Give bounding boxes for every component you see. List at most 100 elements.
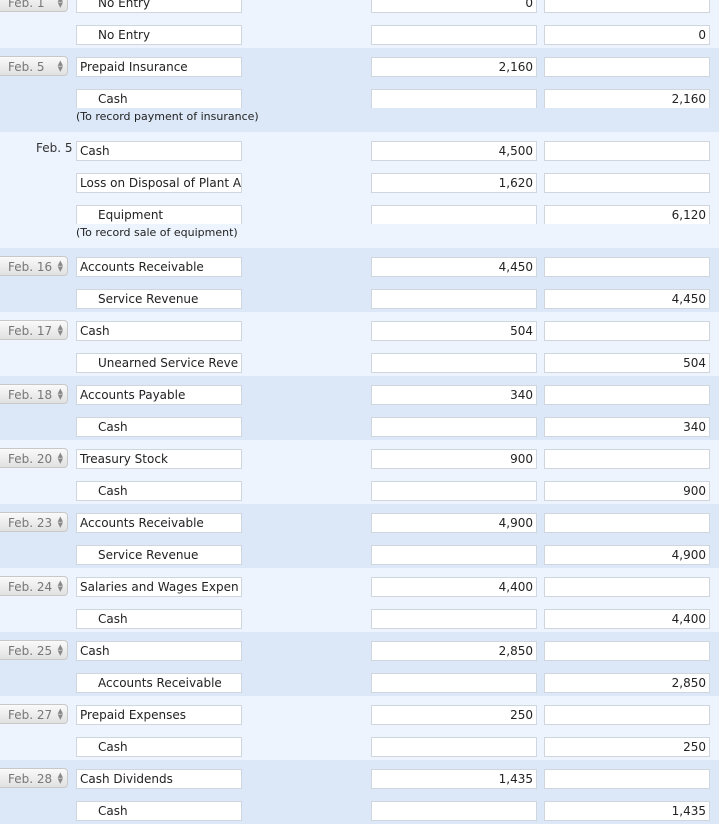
- credit-field[interactable]: [544, 641, 710, 661]
- debit-field[interactable]: 900: [371, 449, 537, 469]
- account-field[interactable]: No Entry: [76, 25, 242, 45]
- account-field[interactable]: Cash Dividends: [76, 769, 242, 789]
- journal-row: Feb. 20 ▲ ▼ Treasury Stock 900: [0, 440, 719, 472]
- stepper-arrows-icon: ▲▼: [57, 0, 63, 9]
- account-field[interactable]: Equipment: [76, 205, 242, 225]
- credit-field[interactable]: 6,120: [544, 205, 710, 225]
- account-field[interactable]: Service Revenue: [76, 545, 242, 565]
- account-field[interactable]: Cash: [76, 89, 242, 109]
- account-field[interactable]: Accounts Receivable: [76, 257, 242, 277]
- account-field[interactable]: Cash: [76, 609, 242, 629]
- date-value: Feb. 20: [8, 452, 53, 466]
- account-field[interactable]: Cash: [76, 141, 242, 161]
- journal-row: Service Revenue 4,450: [0, 280, 719, 312]
- debit-field[interactable]: 340: [371, 385, 537, 405]
- date-select[interactable]: Feb. 16 ▲ ▼: [0, 256, 68, 276]
- credit-field[interactable]: [544, 577, 710, 597]
- date-select[interactable]: Feb. 24 ▲ ▼: [0, 576, 68, 596]
- debit-field[interactable]: [371, 609, 537, 629]
- debit-field[interactable]: 2,160: [371, 57, 537, 77]
- account-field[interactable]: Service Revenue: [76, 289, 242, 309]
- date-select[interactable]: Feb. 23 ▲ ▼: [0, 512, 68, 532]
- account-field[interactable]: Prepaid Insurance: [76, 57, 242, 77]
- date-select[interactable]: Feb. 20 ▲ ▼: [0, 448, 68, 468]
- account-field[interactable]: Accounts Receivable: [76, 513, 242, 533]
- credit-field[interactable]: [544, 449, 710, 469]
- account-field[interactable]: Accounts Receivable: [76, 673, 242, 693]
- stepper-arrows-icon: ▲▼: [57, 323, 63, 337]
- credit-field[interactable]: [544, 0, 710, 13]
- debit-field[interactable]: [371, 481, 537, 501]
- stepper-arrows-icon: ▲▼: [57, 643, 63, 657]
- credit-field[interactable]: [544, 173, 710, 193]
- account-field[interactable]: Cash: [76, 481, 242, 501]
- debit-field[interactable]: [371, 205, 537, 225]
- debit-field[interactable]: [371, 801, 537, 821]
- credit-field[interactable]: 1,435: [544, 801, 710, 821]
- account-field[interactable]: Cash: [76, 321, 242, 341]
- journal-row: Unearned Service Reve 504: [0, 344, 719, 376]
- debit-field[interactable]: 1,620: [371, 173, 537, 193]
- credit-field[interactable]: [544, 57, 710, 77]
- date-select[interactable]: Feb. 18 ▲ ▼: [0, 384, 68, 404]
- debit-field[interactable]: [371, 673, 537, 693]
- credit-field[interactable]: 4,400: [544, 609, 710, 629]
- date-value: Feb. 17: [8, 324, 53, 338]
- debit-field[interactable]: 2,850: [371, 641, 537, 661]
- date-value: Feb. 27: [8, 708, 53, 722]
- credit-field[interactable]: [544, 385, 710, 405]
- debit-field[interactable]: 1,435: [371, 769, 537, 789]
- credit-field[interactable]: 504: [544, 353, 710, 373]
- debit-field[interactable]: [371, 417, 537, 437]
- credit-field[interactable]: 2,160: [544, 89, 710, 109]
- credit-field[interactable]: 340: [544, 417, 710, 437]
- account-field[interactable]: Salaries and Wages Expen: [76, 577, 242, 597]
- credit-field[interactable]: [544, 141, 710, 161]
- debit-field[interactable]: [371, 545, 537, 565]
- credit-field[interactable]: 4,450: [544, 289, 710, 309]
- credit-field[interactable]: 2,850: [544, 673, 710, 693]
- account-field[interactable]: Cash: [76, 737, 242, 757]
- debit-field[interactable]: [371, 737, 537, 757]
- date-select[interactable]: Feb. 5 ▲ ▼: [0, 56, 68, 76]
- account-field[interactable]: Prepaid Expenses: [76, 705, 242, 725]
- debit-field[interactable]: 4,450: [371, 257, 537, 277]
- debit-field[interactable]: 4,400: [371, 577, 537, 597]
- credit-field[interactable]: [544, 705, 710, 725]
- debit-field[interactable]: 0: [371, 0, 537, 13]
- account-field[interactable]: Unearned Service Reve: [76, 353, 242, 373]
- account-field[interactable]: Loss on Disposal of Plant A: [76, 173, 242, 193]
- account-field[interactable]: Accounts Payable: [76, 385, 242, 405]
- debit-field[interactable]: [371, 353, 537, 373]
- date-select[interactable]: Feb. 27 ▲ ▼: [0, 704, 68, 724]
- credit-field[interactable]: 0: [544, 25, 710, 45]
- debit-field[interactable]: 250: [371, 705, 537, 725]
- account-field[interactable]: Cash: [76, 641, 242, 661]
- credit-field[interactable]: 250: [544, 737, 710, 757]
- date-select[interactable]: Feb. 17 ▲ ▼: [0, 320, 68, 340]
- date-value: Feb. 5: [8, 60, 45, 74]
- debit-field[interactable]: 504: [371, 321, 537, 341]
- debit-field[interactable]: [371, 89, 537, 109]
- debit-field[interactable]: 4,900: [371, 513, 537, 533]
- debit-field[interactable]: 4,500: [371, 141, 537, 161]
- credit-field[interactable]: [544, 769, 710, 789]
- account-field[interactable]: Cash: [76, 417, 242, 437]
- journal-row: Feb. 28 ▲ ▼ Cash Dividends 1,435: [0, 760, 719, 792]
- date-select[interactable]: Feb. 28 ▲ ▼: [0, 768, 68, 788]
- journal-row: Feb. 25 ▲ ▼ Cash 2,850: [0, 632, 719, 664]
- credit-field[interactable]: 900: [544, 481, 710, 501]
- account-field[interactable]: No Entry: [76, 0, 242, 13]
- account-field[interactable]: Cash: [76, 801, 242, 821]
- credit-field[interactable]: 4,900: [544, 545, 710, 565]
- debit-field[interactable]: [371, 289, 537, 309]
- journal-row: Service Revenue 4,900: [0, 536, 719, 568]
- account-field[interactable]: Treasury Stock: [76, 449, 242, 469]
- date-value: Feb. 18: [8, 388, 53, 402]
- credit-field[interactable]: [544, 513, 710, 533]
- credit-field[interactable]: [544, 321, 710, 341]
- credit-field[interactable]: [544, 257, 710, 277]
- date-select[interactable]: Feb. 25 ▲ ▼: [0, 640, 68, 660]
- debit-field[interactable]: [371, 25, 537, 45]
- date-select[interactable]: Feb. 1 ▲▼: [0, 0, 68, 12]
